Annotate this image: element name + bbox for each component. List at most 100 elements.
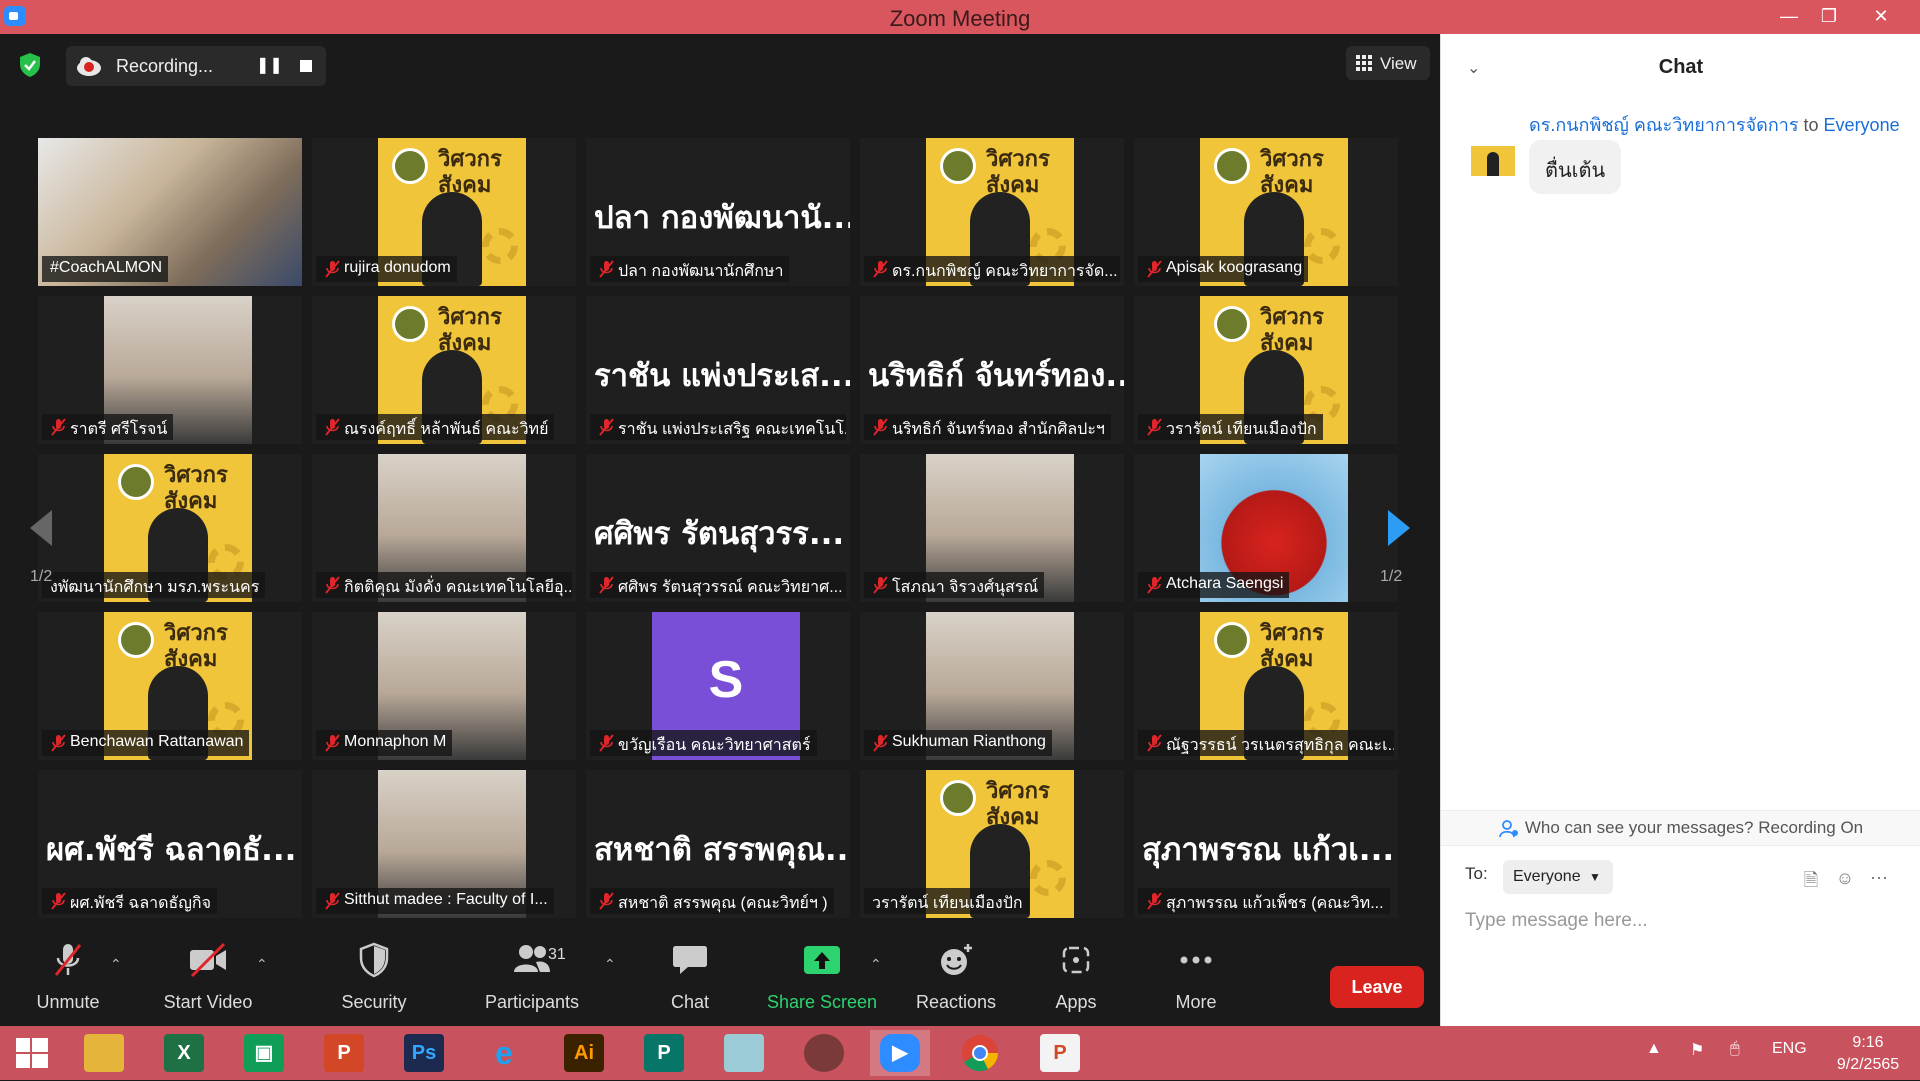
participant-display-name: สุภาพรรณ แก้วเ...	[1142, 832, 1395, 868]
stop-recording-button[interactable]	[294, 54, 318, 78]
taskbar-powerpoint[interactable]: P	[314, 1030, 374, 1076]
poster-text: วิศวกร	[1260, 305, 1324, 330]
participants-options-caret-icon[interactable]: ⌃	[604, 956, 622, 972]
participant-name-label: วรารัตน์ เทียนเมืองปัก	[864, 888, 1029, 914]
participant-tile[interactable]: Atchara Saengsi	[1134, 454, 1398, 602]
video-options-caret-icon[interactable]: ⌃	[256, 956, 274, 972]
more-options-icon[interactable]: ⋯	[1869, 868, 1889, 888]
participant-tile[interactable]: วิศวกร สังคม งพัฒนานักศึกษา มรภ.พระนคร	[38, 454, 302, 602]
poster-text: วิศวกร	[1260, 147, 1324, 172]
muted-microphone-icon	[325, 418, 340, 436]
chat-message-recipient[interactable]: Everyone	[1824, 115, 1900, 135]
participant-tile[interactable]: วิศวกร สังคม rujira donudom	[312, 138, 576, 286]
participant-tile[interactable]: ราชัน แพ่งประเส... ราชัน แพ่งประเสริฐ คณะ…	[586, 296, 850, 444]
leave-button[interactable]: Leave	[1330, 966, 1424, 1008]
participant-tile[interactable]: กิตติคุณ มังคั่ง คณะเทคโนโลยีอุ...	[312, 454, 576, 602]
taskbar-excel[interactable]: X	[154, 1030, 214, 1076]
recipient-dropdown[interactable]: Everyone ▼	[1503, 860, 1613, 894]
tray-overflow-chevron-icon[interactable]: ▲	[1646, 1040, 1662, 1058]
reactions-button[interactable]: Reactions	[896, 940, 1016, 1020]
poster-text: วิศวกร	[986, 779, 1050, 804]
grid-icon	[1356, 55, 1372, 71]
taskbar-clock[interactable]: 9:16 9/2/2565	[1820, 1032, 1916, 1076]
participant-name-label: ผศ.พัชรี ฉลาดธัญกิจ	[42, 888, 217, 914]
muted-microphone-icon	[599, 576, 614, 594]
taskbar-publisher[interactable]: P	[634, 1030, 694, 1076]
taskbar-photoshop[interactable]: Ps	[394, 1030, 454, 1076]
participant-tile[interactable]: ราตรี ศรีโรจน์	[38, 296, 302, 444]
participant-name-label: Benchawan Rattanawan	[42, 730, 250, 756]
restore-button[interactable]: ❐	[1806, 0, 1852, 34]
action-center-flag-icon[interactable]: ⚑	[1690, 1040, 1704, 1060]
participant-name: ณัฐวรรธน์ วรเนตรสุทธิกุล คณะเ...	[1166, 737, 1394, 754]
audio-options-caret-icon[interactable]: ⌃	[110, 956, 128, 972]
unmute-button[interactable]: Unmute	[8, 940, 128, 1020]
chat-sender-name[interactable]: ดร.กนกพิชญ์ คณะวิทยาการจัดการ	[1529, 115, 1799, 135]
participant-tile[interactable]: Monnaphon M	[312, 612, 576, 760]
participant-tile[interactable]: ผศ.พัชรี ฉลาดธั... ผศ.พัชรี ฉลาดธัญกิจ	[38, 770, 302, 918]
network-icon[interactable]: 🖱	[1730, 1040, 1740, 1058]
photoscape-icon	[804, 1034, 844, 1072]
poster-text: วิศวกร	[164, 621, 228, 646]
participant-name-label: Monnaphon M	[316, 730, 453, 756]
pause-recording-button[interactable]: ❚❚	[256, 54, 283, 78]
security-shield-icon[interactable]	[18, 52, 42, 78]
participant-tile[interactable]: วิศวกร สังคม ณรงค์ฤทธิ์ หล้าพันธ์ คณะวิทย์	[312, 296, 576, 444]
more-dots-icon	[1180, 956, 1212, 964]
participant-tile[interactable]: Sitthut madee : Faculty of I...	[312, 770, 576, 918]
excel-icon: X	[164, 1034, 204, 1072]
start-video-button[interactable]: Start Video	[148, 940, 268, 1020]
taskbar-zoom[interactable]: ▶	[870, 1030, 930, 1076]
chat-button[interactable]: Chat	[630, 940, 750, 1020]
participant-name-label: กิตติคุณ มังคั่ง คณะเทคโนโลยีอุ...	[316, 572, 572, 598]
meeting-area: Recording... ❚❚ View #CoachALMON วิศวกร สั…	[0, 34, 1440, 1026]
participant-tile[interactable]: สุภาพรรณ แก้วเ... สุภาพรรณ แก้วเพ็ชร (คณะ…	[1134, 770, 1398, 918]
store-bag-icon: ▣	[244, 1034, 284, 1072]
apps-button[interactable]: Apps	[1016, 940, 1136, 1020]
chat-label: Chat	[670, 992, 710, 1012]
participant-display-name: ปลา กองพัฒนานั...	[594, 200, 850, 236]
participant-tile[interactable]: วิศวกร สังคม Benchawan Rattanawan	[38, 612, 302, 760]
meeting-topbar: Recording... ❚❚ View	[0, 34, 1440, 94]
participant-tile[interactable]: Sukhuman Rianthong	[860, 612, 1124, 760]
close-button[interactable]: ✕	[1858, 0, 1904, 34]
share-screen-button[interactable]: Share Screen	[762, 940, 882, 1020]
participant-tile[interactable]: วิศวกร สังคม ดร.กนกพิชญ์ คณะวิทยาการจัด...	[860, 138, 1124, 286]
windows-start-button[interactable]	[2, 1030, 62, 1076]
taskbar-file-explorer[interactable]	[74, 1030, 134, 1076]
taskbar-internet-explorer[interactable]: e	[474, 1030, 534, 1076]
participant-tile[interactable]: วิศวกร สังคม Apisak koograsang	[1134, 138, 1398, 286]
next-page-arrow-icon[interactable]	[1384, 508, 1414, 548]
taskbar-chrome[interactable]	[950, 1030, 1010, 1076]
participant-tile[interactable]: #CoachALMON	[38, 138, 302, 286]
participant-tile[interactable]: นริทธิก์ จันทร์ทอง... นริทธิก์ จันทร์ทอง …	[860, 296, 1124, 444]
taskbar-photoscape[interactable]	[794, 1030, 854, 1076]
taskbar-illustrator[interactable]: Ai	[554, 1030, 614, 1076]
chat-visibility-notice[interactable]: Who can see your messages? Recording On	[1441, 810, 1920, 846]
emoji-icon[interactable]: ☺	[1835, 868, 1855, 888]
participant-tile[interactable]: วิศวกร สังคม วรารัตน์ เทียนเมืองปัก	[860, 770, 1124, 918]
more-button[interactable]: More	[1136, 940, 1256, 1020]
file-icon[interactable]: 🗎	[1801, 868, 1821, 890]
participant-tile[interactable]: ปลา กองพัฒนานั... ปลา กองพัฒนานักศึกษา	[586, 138, 850, 286]
view-button[interactable]: View	[1346, 46, 1430, 80]
security-button[interactable]: Security	[314, 940, 434, 1020]
taskbar-store[interactable]: ▣	[234, 1030, 294, 1076]
participant-tile[interactable]: ศศิพร รัตนสุวรร... ศศิพร รัตนสุวรรณ์ คณะว…	[586, 454, 850, 602]
muted-microphone-icon	[599, 418, 614, 436]
gear-icon	[1030, 860, 1066, 896]
language-indicator[interactable]: ENG	[1772, 1040, 1807, 1058]
chat-message-input[interactable]	[1465, 906, 1905, 936]
participant-tile[interactable]: วิศวกร สังคม ณัฐวรรธน์ วรเนตรสุทธิกุล คณะเ…	[1134, 612, 1398, 760]
participant-tile[interactable]: S ขวัญเรือน คณะวิทยาศาสตร์	[586, 612, 850, 760]
folder-icon	[84, 1034, 124, 1072]
taskbar-notepad[interactable]	[714, 1030, 774, 1076]
participant-tile[interactable]: สหชาติ สรรพคุณ... สหชาติ สรรพคุณ (คณะวิทย…	[586, 770, 850, 918]
participant-tile[interactable]: โสภณา จิรวงศ์นุสรณ์	[860, 454, 1124, 602]
share-options-caret-icon[interactable]: ⌃	[870, 956, 888, 972]
previous-page-arrow-icon[interactable]	[26, 508, 56, 548]
taskbar-powerpoint-2[interactable]: P	[1030, 1030, 1090, 1076]
participant-tile[interactable]: วิศวกร สังคม วรารัตน์ เทียนเมืองปัก	[1134, 296, 1398, 444]
recording-indicator: Recording... ❚❚	[66, 46, 326, 86]
participants-button[interactable]: 31 Participants	[472, 940, 592, 1020]
